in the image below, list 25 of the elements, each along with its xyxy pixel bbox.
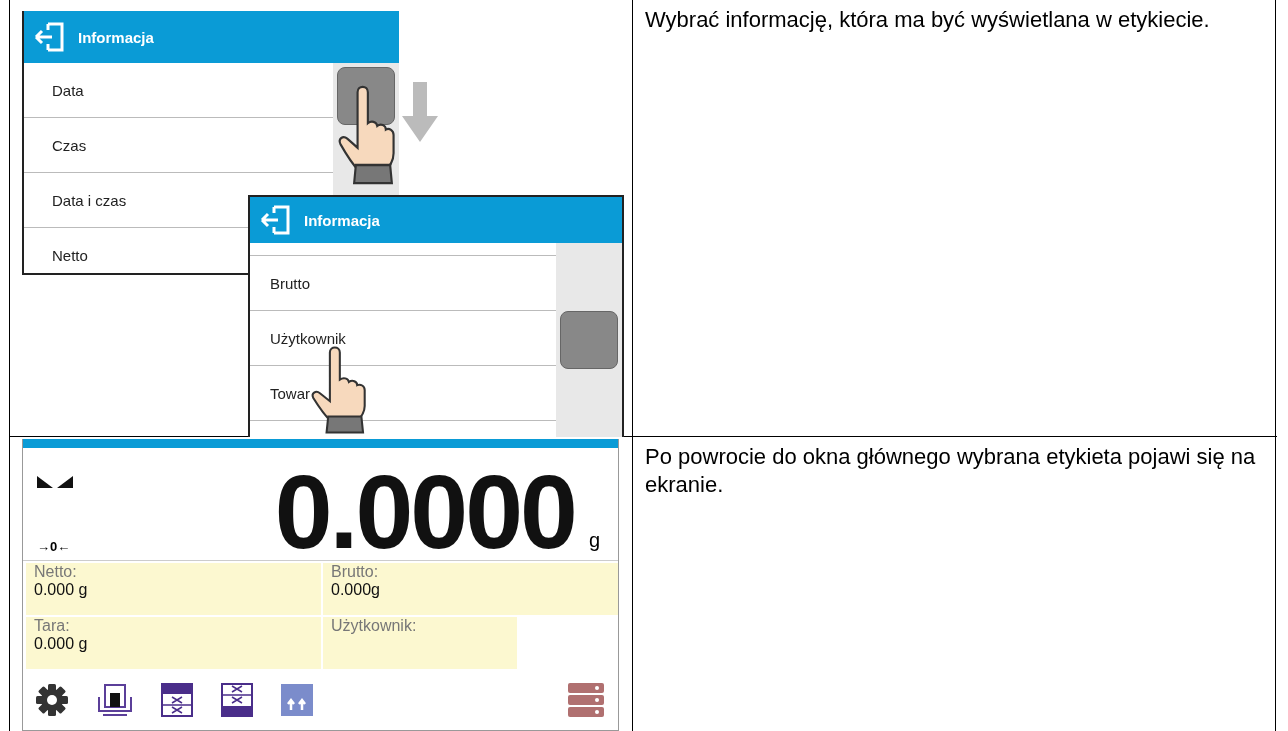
exit-icon[interactable]: [258, 204, 292, 236]
instruction-text: Wybrać informację, która ma być wyświetlana w etykiecie.: [644, 6, 1211, 34]
unit-label: g: [587, 529, 601, 553]
zero-indicator: →0←: [37, 539, 72, 554]
field-value: 0.000g: [331, 581, 381, 599]
field-label: Użytkownik:: [331, 617, 418, 635]
scroll-thumb[interactable]: [560, 311, 618, 369]
up-arrows-icon[interactable]: [281, 683, 313, 716]
settings-icon[interactable]: [35, 682, 69, 717]
field-value: 0.000 g: [34, 635, 89, 653]
scrollbar[interactable]: [556, 243, 622, 437]
weight-reading: 0.0000: [274, 464, 575, 560]
grid-icon[interactable]: [161, 682, 193, 717]
drawer-icon[interactable]: [568, 682, 604, 717]
instruction-text: Po powrocie do okna głównego wybrana etykieta pojawi się na ekranie.: [644, 443, 1257, 499]
scale-icon[interactable]: [97, 682, 133, 717]
field-label: Netto:: [34, 563, 78, 581]
grid-icon[interactable]: [221, 682, 253, 717]
exit-icon[interactable]: [32, 21, 66, 53]
menu-title: Informacja: [78, 28, 154, 46]
stability-icon: [37, 476, 73, 490]
field-label: Tara:: [34, 617, 71, 635]
field-value: 0.000 g: [34, 581, 89, 599]
down-arrow-icon: [402, 82, 438, 142]
field-label: Brutto:: [331, 563, 380, 581]
